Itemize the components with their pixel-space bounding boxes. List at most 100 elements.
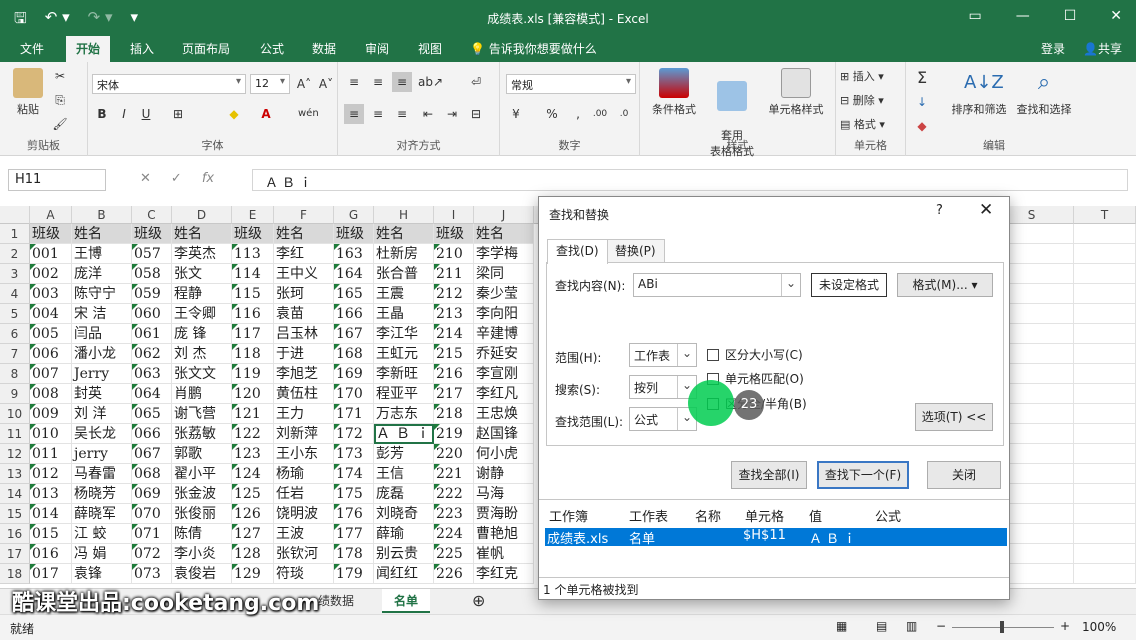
orientation-icon[interactable]: ab↗	[418, 72, 443, 92]
table-cell[interactable]: 于进	[274, 344, 334, 364]
increase-decimal-icon[interactable]: .00	[590, 104, 610, 124]
table-cell[interactable]: 辛建博	[474, 324, 534, 344]
font-size-select[interactable]: 12	[250, 74, 290, 94]
empty-cell[interactable]	[1074, 304, 1136, 324]
enter-icon[interactable]: ✓	[171, 171, 182, 186]
column-header[interactable]: D	[172, 206, 232, 224]
table-cell[interactable]: 216	[434, 364, 474, 384]
table-cell[interactable]: 王晶	[374, 304, 434, 324]
table-cell[interactable]: 013	[30, 484, 72, 504]
table-cell[interactable]: 071	[132, 524, 172, 544]
table-cell[interactable]: 226	[434, 564, 474, 584]
table-cell[interactable]: 李宣刚	[474, 364, 534, 384]
table-cell[interactable]: 何小虎	[474, 444, 534, 464]
find-next-button[interactable]: 查找下一个(F)	[817, 461, 909, 489]
empty-cell[interactable]	[1074, 504, 1136, 524]
table-cell[interactable]: 张文文	[172, 364, 232, 384]
table-cell[interactable]: 008	[30, 384, 72, 404]
tab-page-layout[interactable]: 页面布局	[182, 40, 230, 57]
row-header[interactable]: 15	[0, 504, 30, 524]
table-cell[interactable]: 庞洋	[72, 264, 132, 284]
tab-review[interactable]: 审阅	[365, 40, 389, 57]
table-cell[interactable]: 073	[132, 564, 172, 584]
table-cell[interactable]: 王忠焕	[474, 404, 534, 424]
table-cell[interactable]: 王令卿	[172, 304, 232, 324]
row-header[interactable]: 16	[0, 524, 30, 544]
table-cell[interactable]: 057	[132, 244, 172, 264]
table-cell[interactable]: 176	[334, 504, 374, 524]
find-select-button[interactable]: ⌕ 查找和选择	[1012, 68, 1076, 117]
row-header[interactable]: 10	[0, 404, 30, 424]
header-cell[interactable]: 姓名	[172, 224, 232, 244]
table-cell[interactable]: 刘晓奇	[374, 504, 434, 524]
table-cell[interactable]: 213	[434, 304, 474, 324]
empty-cell[interactable]	[1074, 344, 1136, 364]
row-header[interactable]: 14	[0, 484, 30, 504]
table-cell[interactable]: 015	[30, 524, 72, 544]
align-right-icon[interactable]: ≡	[392, 104, 412, 124]
format-button[interactable]: 格式(M)... ▾	[897, 273, 993, 297]
row-header[interactable]: 13	[0, 464, 30, 484]
comma-icon[interactable]: ,	[568, 104, 588, 124]
table-cell[interactable]: 张金波	[172, 484, 232, 504]
search-order-select[interactable]: 按列	[629, 375, 697, 399]
table-cell[interactable]: 曹艳旭	[474, 524, 534, 544]
row-header[interactable]: 1	[0, 224, 30, 244]
table-cell[interactable]: 程静	[172, 284, 232, 304]
table-cell[interactable]: 219	[434, 424, 474, 444]
table-cell[interactable]: 万志东	[374, 404, 434, 424]
table-cell[interactable]: 005	[30, 324, 72, 344]
table-cell[interactable]: 王信	[374, 464, 434, 484]
table-cell[interactable]: 薛晓军	[72, 504, 132, 524]
empty-cell[interactable]	[1074, 524, 1136, 544]
table-cell[interactable]: 贾海盼	[474, 504, 534, 524]
conditional-format-button[interactable]: 条件格式	[646, 68, 702, 117]
table-cell[interactable]: 王博	[72, 244, 132, 264]
table-cell[interactable]: 002	[30, 264, 72, 284]
zoom-out-icon[interactable]: −	[936, 619, 946, 633]
table-cell[interactable]: 222	[434, 484, 474, 504]
percent-icon[interactable]: %	[542, 104, 562, 124]
empty-cell[interactable]	[1074, 484, 1136, 504]
header-cell[interactable]: 班级	[334, 224, 374, 244]
table-cell[interactable]: 冯 娟	[72, 544, 132, 564]
merge-center-icon[interactable]: ⊟	[466, 104, 486, 124]
table-cell[interactable]: 李红	[274, 244, 334, 264]
row-header[interactable]: 8	[0, 364, 30, 384]
table-cell[interactable]: 064	[132, 384, 172, 404]
header-cell[interactable]: 姓名	[474, 224, 534, 244]
empty-cell[interactable]	[1074, 324, 1136, 344]
table-cell[interactable]: 011	[30, 444, 72, 464]
font-name-select[interactable]: 宋体	[92, 74, 246, 94]
header-cell[interactable]: 姓名	[374, 224, 434, 244]
italic-icon[interactable]: I	[114, 104, 134, 124]
number-format-select[interactable]: 常规	[506, 74, 636, 94]
empty-cell[interactable]	[1074, 384, 1136, 404]
empty-cell[interactable]	[1074, 424, 1136, 444]
table-cell[interactable]: 174	[334, 464, 374, 484]
page-layout-view-icon[interactable]: ▤	[876, 619, 887, 633]
table-cell[interactable]: 郭歌	[172, 444, 232, 464]
decrease-indent-icon[interactable]: ⇤	[418, 104, 438, 124]
empty-cell[interactable]	[1074, 404, 1136, 424]
row-header[interactable]: 2	[0, 244, 30, 264]
align-middle-icon[interactable]: ≡	[368, 72, 388, 92]
table-cell[interactable]: 120	[232, 384, 274, 404]
table-cell[interactable]: 张文	[172, 264, 232, 284]
table-cell[interactable]: 庞 锋	[172, 324, 232, 344]
page-break-view-icon[interactable]: ▥	[906, 619, 917, 633]
result-row[interactable]: 成绩表.xls 名单 $H$11 ＡＢｉ	[545, 528, 1007, 547]
table-cell[interactable]: 009	[30, 404, 72, 424]
table-cell[interactable]: 165	[334, 284, 374, 304]
table-cell[interactable]: 125	[232, 484, 274, 504]
table-cell[interactable]: 杨瑜	[274, 464, 334, 484]
tab-file[interactable]: 文件	[20, 40, 44, 57]
table-cell[interactable]: 173	[334, 444, 374, 464]
column-header[interactable]: A	[30, 206, 72, 224]
column-header[interactable]: B	[72, 206, 132, 224]
align-bottom-icon[interactable]: ≡	[392, 72, 412, 92]
table-cell[interactable]: 210	[434, 244, 474, 264]
row-header[interactable]: 17	[0, 544, 30, 564]
table-cell[interactable]: 李江华	[374, 324, 434, 344]
name-box[interactable]: H11	[8, 169, 106, 191]
